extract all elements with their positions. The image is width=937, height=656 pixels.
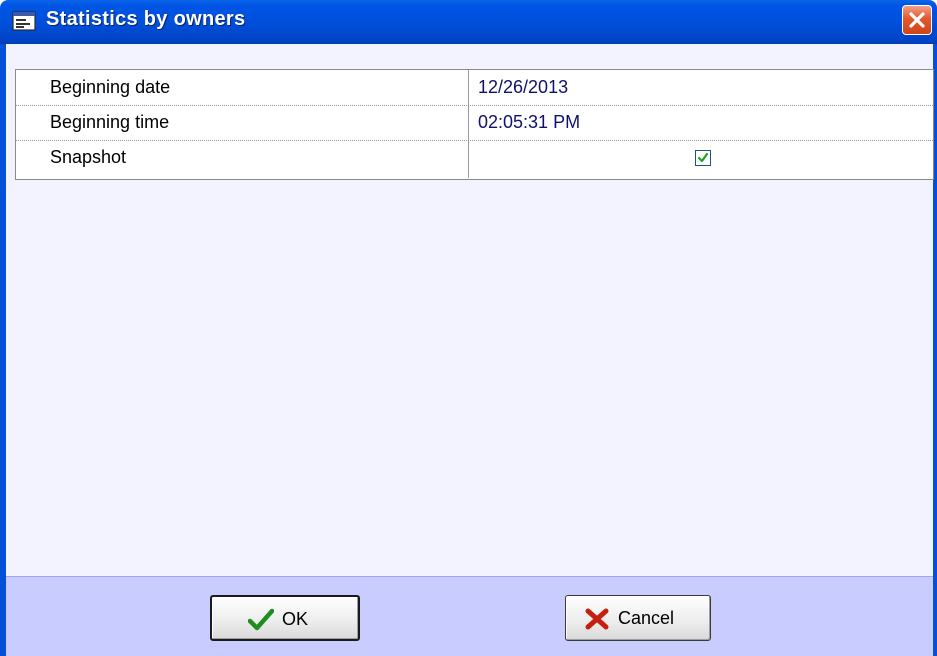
ok-button[interactable]: OK xyxy=(210,595,360,641)
beginning-time-value[interactable]: 02:05:31 PM xyxy=(470,105,933,140)
cancel-label: Cancel xyxy=(618,608,675,628)
window-title: Statistics by owners xyxy=(46,8,246,30)
property-row-beginning-time[interactable]: Beginning time 02:05:31 PM xyxy=(16,105,933,140)
property-name: Snapshot xyxy=(16,140,469,178)
dialog-window: Statistics by owners Beginning date 12/2… xyxy=(0,0,937,656)
snapshot-value-cell xyxy=(470,140,933,178)
snapshot-checkbox[interactable] xyxy=(695,150,711,166)
beginning-date-value[interactable]: 12/26/2013 xyxy=(470,70,933,105)
client-area: Beginning date 12/26/2013 Beginning time… xyxy=(6,44,934,656)
property-row-beginning-date[interactable]: Beginning date 12/26/2013 xyxy=(16,70,933,105)
cancel-button[interactable]: Cancel xyxy=(565,595,711,641)
close-icon xyxy=(909,12,925,28)
checkmark-icon xyxy=(247,608,275,632)
property-grid: Beginning date 12/26/2013 Beginning time… xyxy=(15,69,934,180)
checkmark-icon xyxy=(697,152,709,163)
property-row-snapshot[interactable]: Snapshot xyxy=(16,140,933,178)
title-bar[interactable]: Statistics by owners xyxy=(0,0,937,44)
property-name: Beginning date xyxy=(16,70,469,105)
window-app-icon xyxy=(12,10,36,32)
button-bar: OK Cancel xyxy=(6,576,933,656)
close-button[interactable] xyxy=(902,5,932,35)
ok-label: OK xyxy=(282,609,309,629)
x-mark-icon xyxy=(584,607,610,631)
property-name: Beginning time xyxy=(16,105,469,140)
